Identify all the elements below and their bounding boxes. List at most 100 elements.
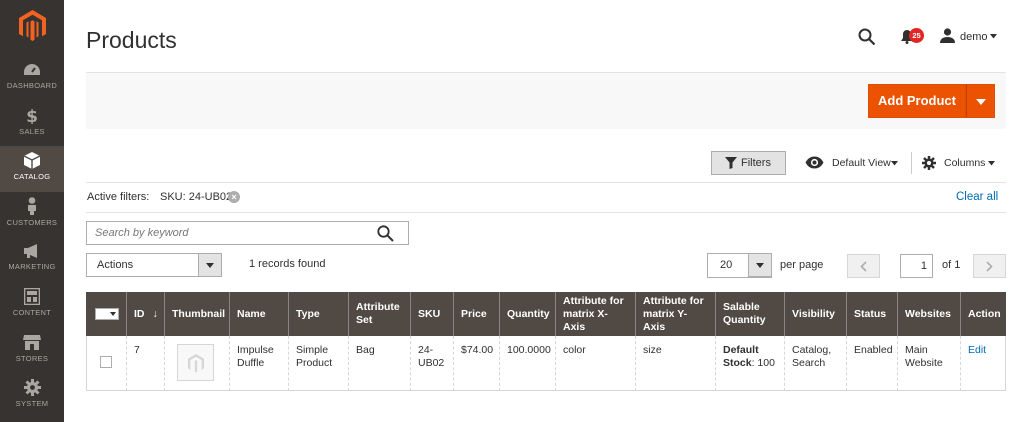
sidebar-item-label: MARKETING <box>8 262 56 271</box>
sidebar-item-content[interactable]: CONTENT <box>0 288 64 334</box>
toolbar-divider <box>911 152 912 174</box>
add-product-dropdown-toggle[interactable] <box>966 84 995 118</box>
per-page-value: 20 <box>720 259 733 271</box>
cell-matrix-y: size <box>635 336 715 391</box>
search-icon[interactable] <box>858 28 876 46</box>
filters-button[interactable]: Filters <box>711 151 786 175</box>
page-title: Products <box>86 27 177 53</box>
column-header-status[interactable]: Status <box>846 292 897 336</box>
cube-icon <box>24 152 40 169</box>
salable-stock-value: : 100 <box>751 357 775 369</box>
chevron-down-icon[interactable] <box>891 161 898 166</box>
active-filters-label: Active filters: <box>87 191 150 203</box>
cell-attribute-set: Bag <box>348 336 410 391</box>
gear-icon[interactable] <box>922 156 936 170</box>
column-header-attribute-set[interactable]: Attribute Set <box>348 292 410 336</box>
keyword-search <box>86 221 409 245</box>
sidebar-item-system[interactable]: SYSTEM <box>0 379 64 422</box>
cell-quantity: 100.0000 <box>499 336 555 391</box>
column-header-name[interactable]: Name <box>229 292 288 336</box>
store-icon <box>23 335 41 350</box>
sort-arrow-icon: ↓ <box>152 307 158 320</box>
column-header-price[interactable]: Price <box>453 292 499 336</box>
sidebar-item-label: CONTENT <box>12 308 52 317</box>
gear-icon <box>23 379 41 396</box>
cell-action: Edit <box>960 336 1006 391</box>
chevron-down-icon[interactable] <box>990 34 997 39</box>
columns-control[interactable]: Columns <box>944 157 985 169</box>
sidebar-item-catalog[interactable]: CATALOG <box>0 146 64 192</box>
column-header-salable-quantity: Salable Quantity <box>715 292 784 336</box>
column-header-matrix-y[interactable]: Attribute for matrix Y-Axis <box>635 292 715 336</box>
cell-name: Impulse Duffle <box>229 336 288 391</box>
next-page-button[interactable] <box>973 254 1006 278</box>
column-header-matrix-x[interactable]: Attribute for matrix X-Axis <box>555 292 635 336</box>
chevron-right-icon <box>986 261 993 272</box>
sidebar-item-label: STORES <box>15 354 49 363</box>
sidebar-item-label: SALES <box>19 127 45 136</box>
column-header-type[interactable]: Type <box>288 292 348 336</box>
column-header-thumbnail: Thumbnail <box>164 292 229 336</box>
cell-salable-quantity: Default Stock: 100 <box>715 336 784 391</box>
column-header-sku[interactable]: SKU <box>410 292 453 336</box>
cell-type: Simple Product <box>288 336 348 391</box>
chevron-down-icon[interactable] <box>988 161 995 166</box>
view-switcher[interactable]: Default View <box>832 157 891 169</box>
active-filter-value: SKU: 24-UB02 <box>160 191 233 203</box>
column-header-id[interactable]: ID ↓ <box>126 292 164 336</box>
cell-visibility: Catalog, Search <box>784 336 846 391</box>
edit-link[interactable]: Edit <box>968 344 986 356</box>
user-name[interactable]: demo <box>960 31 988 43</box>
filters-label: Filters <box>741 157 771 169</box>
total-pages: of 1 <box>942 259 961 271</box>
divider <box>86 182 1006 183</box>
records-found: 1 records found <box>249 258 326 270</box>
column-header-visibility[interactable]: Visibility <box>784 292 846 336</box>
sidebar-item-customers[interactable]: CUSTOMERS <box>0 197 64 243</box>
cell-id: 7 <box>126 336 164 391</box>
notifications-badge[interactable]: 25 <box>909 28 924 43</box>
magento-placeholder-icon <box>188 354 204 373</box>
per-page-select[interactable]: 20 <box>707 253 772 278</box>
mass-actions-label: Actions <box>97 259 134 271</box>
sidebar-item-label: DASHBOARD <box>6 81 58 90</box>
sidebar-item-dashboard[interactable]: DASHBOARD <box>0 62 64 108</box>
add-product-button[interactable]: Add Product <box>868 84 966 118</box>
admin-sidebar: DASHBOARD $ SALES CATALOG CUSTOMERS MARK… <box>0 0 64 422</box>
svg-text:$: $ <box>26 107 38 124</box>
row-select-checkbox[interactable] <box>100 356 112 368</box>
chevron-down-icon[interactable] <box>748 253 772 277</box>
search-icon[interactable] <box>377 225 394 242</box>
search-input[interactable] <box>95 225 365 241</box>
sidebar-item-stores[interactable]: STORES <box>0 334 64 380</box>
product-thumbnail[interactable] <box>177 344 214 381</box>
funnel-icon <box>725 157 737 169</box>
chevron-down-icon[interactable] <box>198 253 222 277</box>
column-header-websites[interactable]: Websites <box>897 292 960 336</box>
sidebar-item-marketing[interactable]: MARKETING <box>0 243 64 289</box>
cell-matrix-x: color <box>555 336 635 391</box>
sidebar-item-label: SYSTEM <box>15 399 49 408</box>
cell-price: $74.00 <box>453 336 499 391</box>
dashboard-icon <box>24 64 40 75</box>
cell-sku: 24-UB02 <box>410 336 453 391</box>
sidebar-item-label: CUSTOMERS <box>6 218 58 227</box>
eye-icon[interactable] <box>805 156 824 169</box>
column-header-quantity[interactable]: Quantity <box>499 292 555 336</box>
cell-websites: Main Website <box>897 336 960 391</box>
sidebar-item-label: CATALOG <box>13 172 51 181</box>
per-page-label: per page <box>780 259 824 271</box>
mass-actions-select[interactable]: Actions <box>86 253 222 277</box>
current-page-input[interactable] <box>900 254 933 278</box>
clear-all-link[interactable]: Clear all <box>956 191 998 203</box>
layout-icon <box>24 288 40 305</box>
remove-filter-icon[interactable]: × <box>228 191 240 203</box>
divider <box>86 212 1006 213</box>
person-icon <box>28 197 36 215</box>
cell-status: Enabled <box>846 336 897 391</box>
user-icon[interactable] <box>940 28 955 43</box>
previous-page-button[interactable] <box>847 254 880 278</box>
column-header-action: Action <box>960 292 1006 336</box>
magento-logo-icon[interactable] <box>19 10 46 42</box>
mass-select-checkbox[interactable] <box>95 308 119 320</box>
